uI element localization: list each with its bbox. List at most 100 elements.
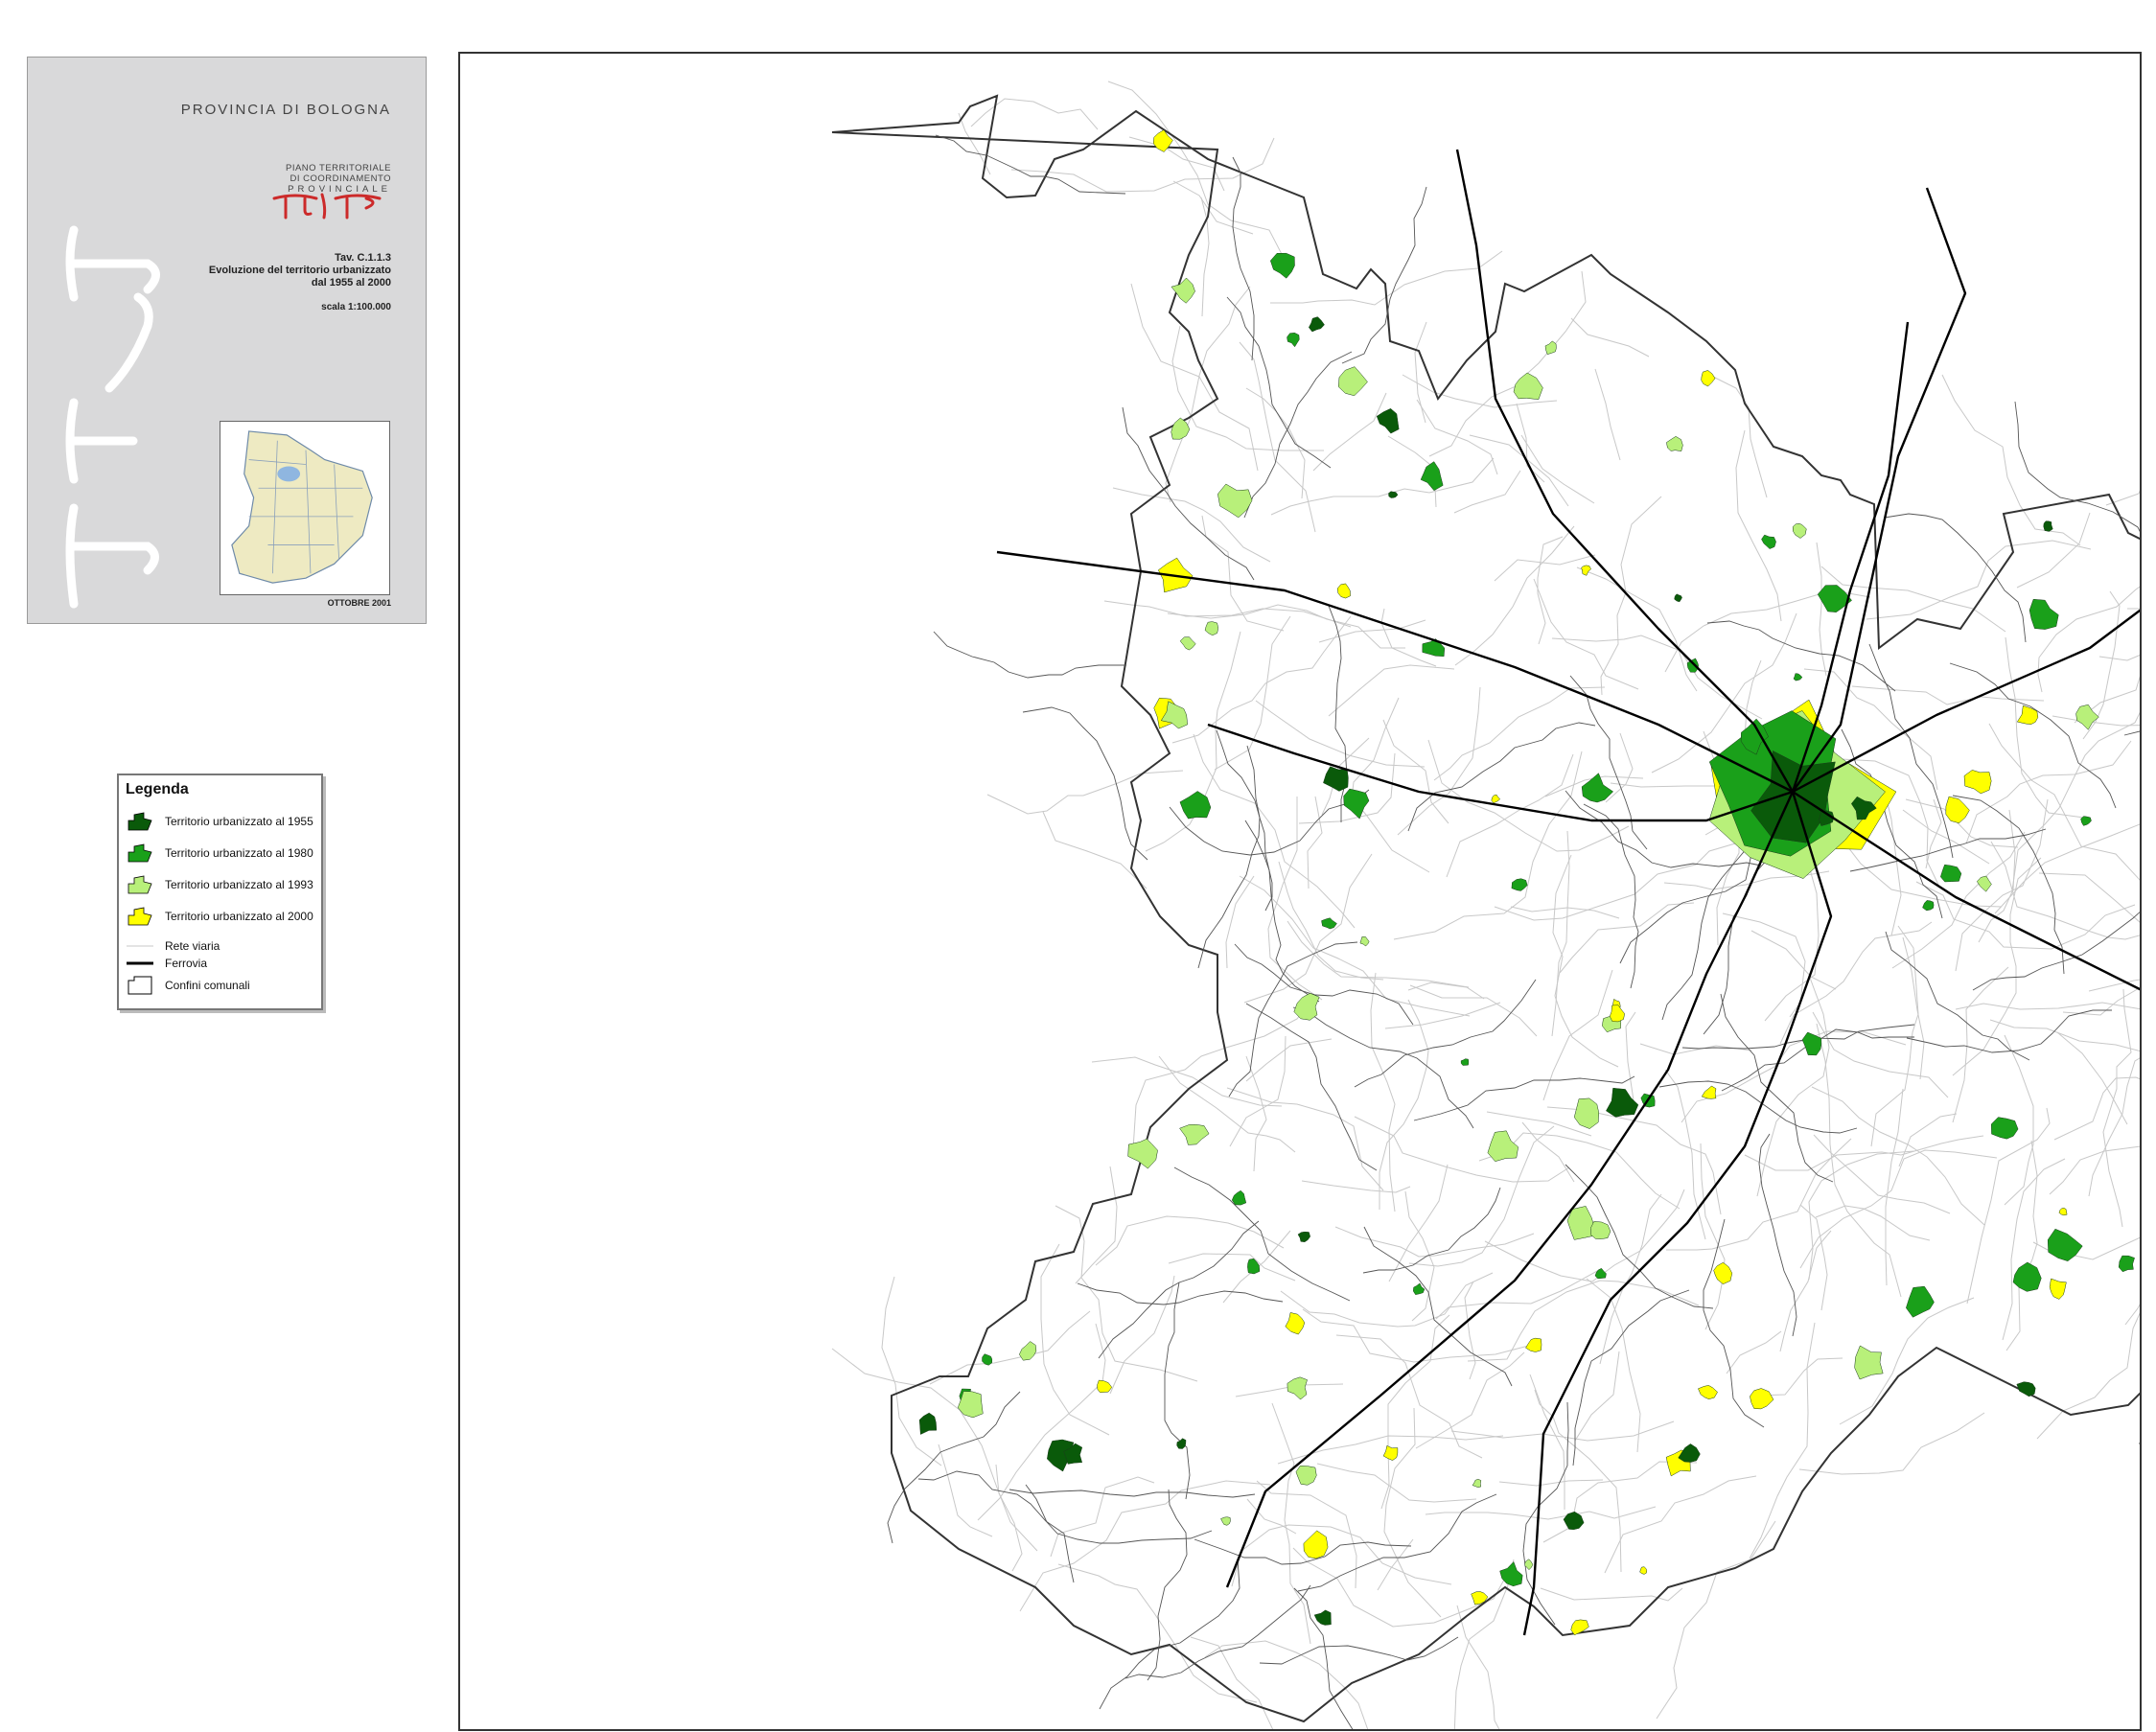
road-segment xyxy=(1167,604,1405,649)
road-segment xyxy=(970,98,1099,130)
road-segment xyxy=(2124,1304,2140,1326)
urban-area-1955 xyxy=(1388,491,1399,498)
road-segment xyxy=(1214,615,1291,771)
municipal-boundary xyxy=(1341,186,1427,364)
map-legend: Legenda Territorio urbanizzato al 1955 T… xyxy=(117,774,323,1010)
urban-area-1955 xyxy=(1176,1438,1187,1449)
municipal-boundary xyxy=(1259,1636,1459,1665)
road-segment xyxy=(2102,988,2132,1228)
municipal-boundary xyxy=(1228,941,1358,1097)
road-segment xyxy=(1708,374,1768,498)
road-segment xyxy=(1158,1055,1296,1153)
urban-area-1955 xyxy=(1376,408,1400,434)
legend-label-railway: Ferrovia xyxy=(165,957,208,970)
road-segment xyxy=(1245,1038,1333,1082)
road-segment xyxy=(1379,999,1429,1210)
road-segment xyxy=(2098,655,2140,661)
road-segment xyxy=(1494,554,1596,582)
urban-area-1980 xyxy=(1906,1285,1935,1318)
urban-area-1993 xyxy=(1513,372,1543,400)
road-segment xyxy=(1456,1605,1500,1729)
road-segment xyxy=(1586,1278,1641,1453)
municipal-boundary xyxy=(1706,620,1896,692)
road-segment xyxy=(2005,1140,2038,1351)
road-segment xyxy=(1891,831,2026,969)
municipal-boundary xyxy=(1232,156,1255,361)
railway-line xyxy=(1455,149,1795,793)
road-segment xyxy=(1130,283,1259,472)
road-segment xyxy=(1498,1479,1604,1487)
municipal-boundary xyxy=(1884,513,2027,643)
legend-item-1993: Territorio urbanizzato al 1993 xyxy=(127,874,318,897)
urban-area-1993 xyxy=(1293,992,1320,1021)
road-segment xyxy=(1354,1116,1570,1183)
urban-area-2000 xyxy=(1963,770,1992,795)
road-segment xyxy=(1312,392,1387,472)
municipal-boundary xyxy=(1099,1558,1240,1710)
road-segment xyxy=(1256,1480,1357,1589)
road-segment xyxy=(1454,525,1575,666)
road-segment xyxy=(1952,966,2009,1123)
urban-area-1993 xyxy=(1544,340,1557,356)
road-segment xyxy=(1885,1088,1904,1286)
urban-area-1980 xyxy=(1940,864,1962,883)
urban-area-1993 xyxy=(1792,522,1807,539)
road-segment xyxy=(1280,1272,1494,1328)
road-segment xyxy=(1965,740,2132,844)
legend-swatch-railway xyxy=(127,961,153,965)
road-segment xyxy=(1722,912,1806,1018)
urban-area-1993 xyxy=(1127,1138,1158,1169)
table-title-line1: Evoluzione del territorio urbanizzato xyxy=(208,265,391,276)
road-segment xyxy=(1245,387,1306,499)
municipal-boundary xyxy=(1569,675,1648,850)
road-segment xyxy=(1574,1351,1620,1442)
road-segment xyxy=(1494,838,1752,921)
urban-area-1980 xyxy=(1460,1058,1470,1066)
urban-area-1955 xyxy=(918,1412,938,1435)
urban-area-2000 xyxy=(1336,583,1351,599)
road-segment xyxy=(1370,972,1396,1212)
cover-panel: PROVINCIA DI BOLOGNA PIANO TERRITORIALE … xyxy=(27,57,427,624)
municipal-boundary xyxy=(1194,1538,1412,1565)
road-segment xyxy=(986,770,1184,815)
urban-area-1993 xyxy=(1204,621,1219,636)
organization-name: PROVINCIA DI BOLOGNA xyxy=(180,102,391,118)
road-segment xyxy=(1409,984,1538,1037)
road-segment xyxy=(2016,512,2091,589)
road-segment xyxy=(1042,811,1148,889)
legend-swatch-1955 xyxy=(128,812,152,831)
urban-area-1980 xyxy=(1793,673,1803,681)
urban-area-1955 xyxy=(1313,1609,1332,1626)
urban-area-1993 xyxy=(1179,636,1196,651)
urban-area-1980 xyxy=(2012,1261,2042,1292)
road-segment xyxy=(1681,1030,1907,1123)
municipal-boundary xyxy=(1025,1484,1213,1544)
road-segment xyxy=(1165,286,1251,503)
road-segment xyxy=(1941,374,2081,546)
road-segment xyxy=(1408,1125,1555,1267)
urban-area-1993 xyxy=(1337,366,1368,397)
province-map xyxy=(458,52,2142,1731)
municipal-boundary xyxy=(933,631,1126,679)
urban-area-1993 xyxy=(1217,483,1253,519)
urban-area-2000 xyxy=(1698,1385,1718,1399)
road-segment xyxy=(1625,1011,1636,1101)
urban-area-1980 xyxy=(2118,1255,2135,1273)
legend-item-1980: Territorio urbanizzato al 1980 xyxy=(127,843,318,866)
legend-label-1993: Territorio urbanizzato al 1993 xyxy=(165,878,313,891)
legend-swatch-2000 xyxy=(128,907,152,926)
road-segment xyxy=(1433,686,1606,781)
road-segment xyxy=(1551,635,1763,720)
road-segment xyxy=(1779,1230,1832,1352)
road-segment xyxy=(1576,566,1698,692)
urban-area-2000 xyxy=(1701,1085,1717,1099)
urban-area-1980 xyxy=(1801,1031,1822,1056)
urban-area-2000 xyxy=(1382,1444,1399,1461)
urban-area-1980 xyxy=(1270,252,1295,279)
road-segment xyxy=(2105,490,2140,506)
road-segment xyxy=(1639,1043,1752,1055)
road-segment xyxy=(1351,697,1430,873)
urban-area-1980 xyxy=(1247,1258,1261,1275)
municipal-boundary xyxy=(1164,1282,1191,1500)
plan-title-line1: PIANO TERRITORIALE xyxy=(285,163,391,173)
